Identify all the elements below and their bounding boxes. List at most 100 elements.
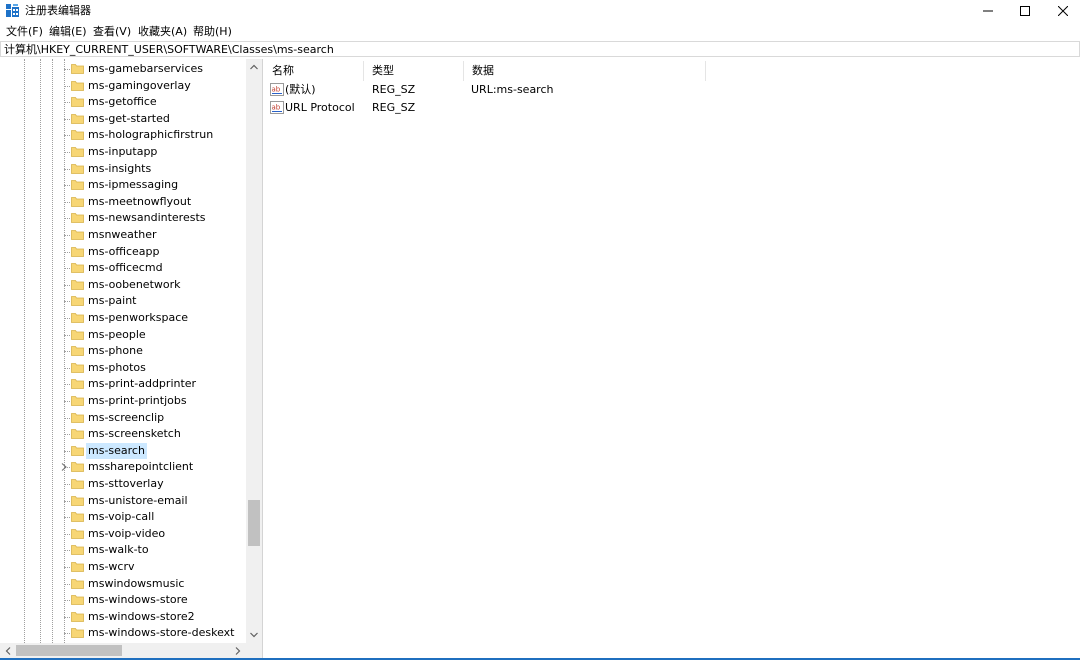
tree-item[interactable]: ms-officecmd [0,260,246,276]
folder-icon [71,296,84,306]
column-header-data[interactable]: 数据 [464,61,706,81]
tree-connector-line [64,600,70,601]
tree-item[interactable]: ms-holographicfirstrun [0,127,246,143]
tree-item[interactable]: ms-ipmessaging [0,177,246,193]
tree-item[interactable]: ms-windows-store [0,592,246,608]
tree-item[interactable]: ms-gamingoverlay [0,78,246,94]
tree-item-label: ms-gamebarservices [88,62,204,75]
tree-item[interactable]: ms-print-printjobs [0,393,246,409]
expand-chevron-icon[interactable] [60,463,68,471]
tree-item[interactable]: msnweather [0,227,246,243]
tree-item[interactable]: ms-get-started [0,111,246,127]
tree-item-label: ms-people [88,328,146,341]
tree-connector-line [64,501,70,502]
scroll-left-button[interactable] [0,643,16,658]
tree-connector-line [64,617,70,618]
tree-item-label: ms-officecmd [88,261,163,274]
folder-icon [71,562,84,572]
tree-connector-line [64,484,70,485]
folder-icon [71,363,84,373]
tree-item[interactable]: ms-getoffice [0,94,246,110]
tree-vertical-scrollbar[interactable] [246,59,262,643]
tree-item[interactable]: ms-officeapp [0,244,246,260]
scroll-thumb[interactable] [248,500,260,546]
svg-text:ab: ab [272,86,281,94]
tree-item-label: ms-voip-video [88,527,166,540]
tree-item-label: ms-sttoverlay [88,477,164,490]
tree-item[interactable]: ms-windows-store-deskext [0,625,246,641]
tree-item[interactable]: ms-unistore-email [0,493,246,509]
value-row[interactable]: ab URL Protocol REG_SZ [264,99,764,117]
tree-connector-line [64,268,70,269]
tree-item-label: ms-photos [88,361,146,374]
tree-item[interactable]: ms-gamebarservices [0,61,246,77]
tree-item[interactable]: ms-wcrv [0,559,246,575]
tree-item[interactable]: ms-inputapp [0,144,246,160]
tree-item[interactable]: ms-penworkspace [0,310,246,326]
chevron-left-icon [5,646,11,655]
tree-item-label: ms-screensketch [88,427,181,440]
tree-item[interactable]: ms-windows-store2 [0,609,246,625]
tree-item[interactable]: ms-walk-to [0,542,246,558]
tree-connector-line [64,567,70,568]
column-header-type[interactable]: 类型 [364,61,464,81]
folder-icon [71,429,84,439]
tree-item-label: msnweather [88,228,157,241]
tree-item[interactable]: ms-people [0,327,246,343]
tree-item[interactable]: ms-sttoverlay [0,476,246,492]
column-header-name[interactable]: 名称 [264,61,364,81]
address-bar[interactable]: 计算机\HKEY_CURRENT_USER\SOFTWARE\Classes\m… [0,41,1080,57]
maximize-button[interactable] [1005,0,1045,22]
folder-icon [71,280,84,290]
tree-horizontal-scrollbar[interactable] [0,643,246,658]
tree-item[interactable]: ms-meetnowflyout [0,194,246,210]
folder-icon [71,346,84,356]
scroll-down-button[interactable] [246,627,262,643]
regedit-icon [6,4,19,17]
menu-help[interactable]: 帮助(H) [192,24,233,40]
tree-item[interactable]: ms-phone [0,343,246,359]
menu-edit[interactable]: 编辑(E) [48,24,88,40]
tree-item[interactable]: ms-screenclip [0,410,246,426]
value-name: URL Protocol [285,101,355,114]
scroll-thumb-horizontal[interactable] [16,645,122,656]
tree-item-label: ms-print-printjobs [88,394,187,407]
minimize-button[interactable] [968,0,1008,22]
tree-item[interactable]: ms-oobenetwork [0,277,246,293]
tree-item-label: ms-newsandinterests [88,211,206,224]
tree-item-label: ms-inputapp [88,145,158,158]
tree-item[interactable]: ms-search [0,443,246,459]
tree-item-label: ms-oobenetwork [88,278,181,291]
tree-connector-line [64,584,70,585]
tree-item-label: ms-walk-to [88,543,149,556]
menu-file[interactable]: 文件(F) [5,24,44,40]
tree-connector-line [64,285,70,286]
tree-item[interactable]: ms-newsandinterests [0,210,246,226]
folder-icon [71,114,84,124]
tree-item-label: ms-voip-call [88,510,155,523]
close-button[interactable] [1043,0,1080,22]
scroll-right-button[interactable] [230,643,246,658]
tree-item[interactable]: ms-screensketch [0,426,246,442]
tree-item[interactable]: ms-print-addprinter [0,376,246,392]
tree-item[interactable]: mswindowsmusic [0,576,246,592]
folder-icon [71,628,84,638]
tree-item[interactable]: ms-insights [0,161,246,177]
folder-icon [71,512,84,522]
tree-connector-line [64,169,70,170]
string-value-icon: ab [270,101,284,114]
value-row[interactable]: ab (默认) REG_SZ URL:ms-search [264,81,764,99]
folder-icon [71,313,84,323]
tree-item[interactable]: ms-paint [0,293,246,309]
scroll-up-button[interactable] [246,59,262,75]
folder-icon [71,130,84,140]
tree-connector-line [64,69,70,70]
folder-icon [71,180,84,190]
tree-item[interactable]: mssharepointclient [0,459,246,475]
tree-item-label: ms-wcrv [88,560,135,573]
tree-item[interactable]: ms-photos [0,360,246,376]
tree-item[interactable]: ms-voip-video [0,526,246,542]
tree-item[interactable]: ms-voip-call [0,509,246,525]
menu-view[interactable]: 查看(V) [92,24,132,40]
menu-favorites[interactable]: 收藏夹(A) [137,24,188,40]
